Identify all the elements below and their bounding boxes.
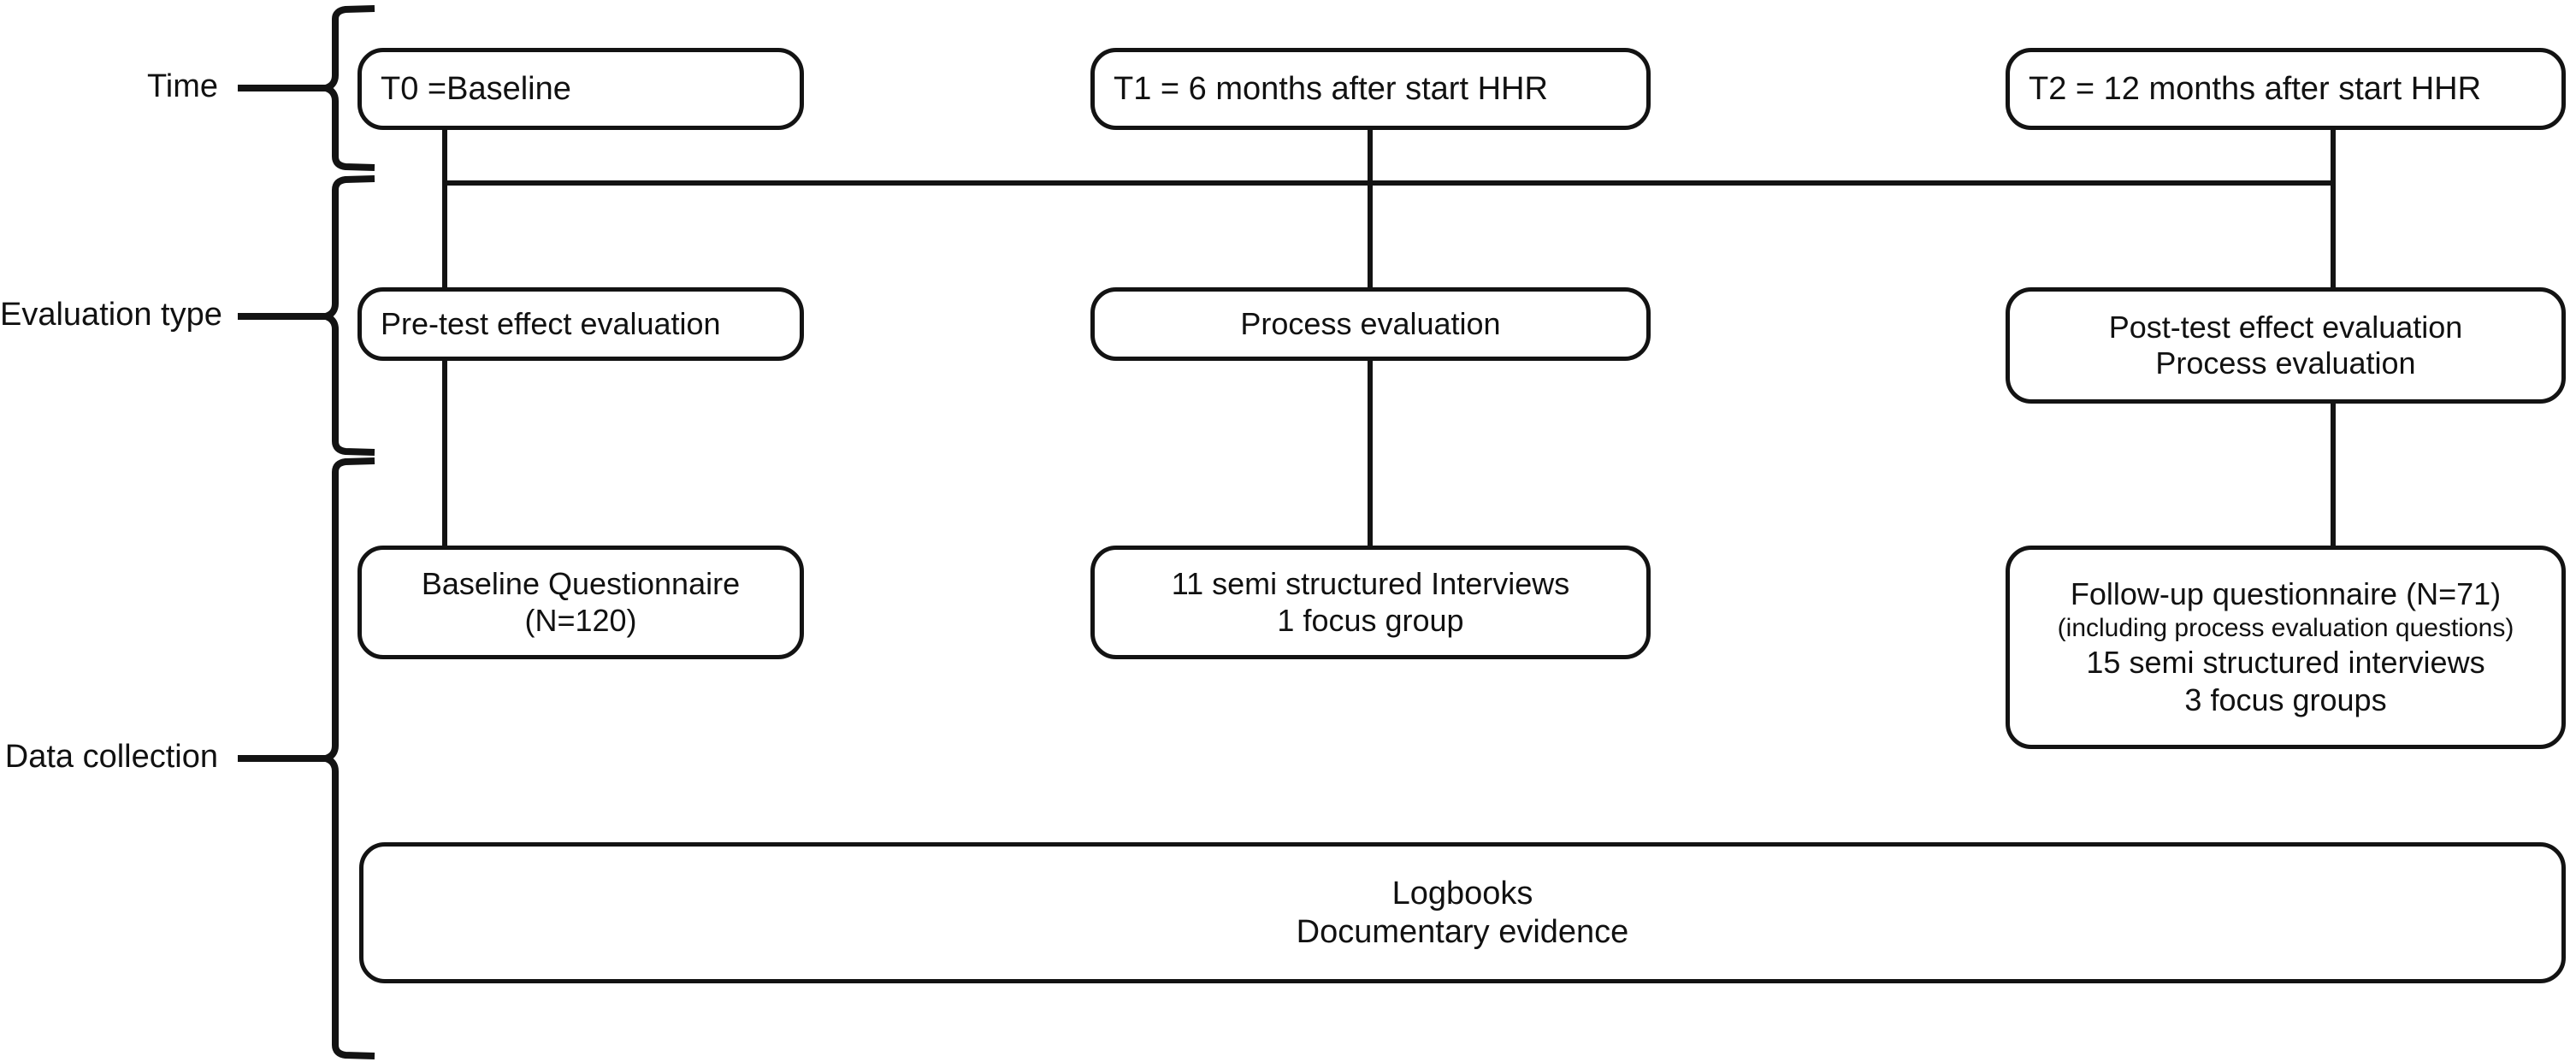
node-data-t1[interactable]: 11 semi structured Interviews 1 focus gr…: [1090, 546, 1651, 659]
node-data-t2-label-line4: 3 focus groups: [2184, 682, 2387, 718]
node-eval-t0-label: Pre-test effect evaluation: [381, 305, 721, 341]
node-eval-t2[interactable]: Post-test effect evaluation Process eval…: [2006, 287, 2566, 404]
node-time-t0[interactable]: T0 =Baseline: [357, 48, 804, 130]
node-data-shared-label-line2: Documentary evidence: [1296, 913, 1629, 950]
row-label-evaluation-type: Evaluation type: [0, 297, 222, 333]
brace-evaluation-bottom-tip: [332, 440, 375, 456]
brace-evaluation-type: [322, 190, 339, 441]
node-data-t0[interactable]: Baseline Questionnaire (N=120): [357, 546, 804, 659]
node-data-t1-label-line1: 11 semi structured Interviews: [1171, 566, 1570, 602]
brace-time-top-tip: [332, 5, 375, 20]
node-time-t1-label: T1 = 6 months after start HHR: [1114, 70, 1548, 107]
node-time-t1[interactable]: T1 = 6 months after start HHR: [1090, 48, 1651, 130]
figure-canvas: Time Evaluation type Data collection T0 …: [0, 0, 2576, 1062]
brace-evaluation-top-tip: [332, 175, 375, 191]
node-data-t2-label-line3: 15 semi structured interviews: [2086, 645, 2485, 681]
brace-time: [322, 19, 339, 156]
node-eval-t1[interactable]: Process evaluation: [1090, 287, 1651, 361]
node-data-shared-label-line1: Logbooks: [1391, 875, 1533, 912]
node-eval-t1-label: Process evaluation: [1240, 305, 1501, 341]
node-data-t1-label-line2: 1 focus group: [1277, 602, 1464, 638]
node-data-t2-label-line2: (including process evaluation questions): [2057, 613, 2514, 642]
node-data-shared[interactable]: Logbooks Documentary evidence: [359, 842, 2566, 983]
row-label-data-collection: Data collection: [4, 739, 218, 775]
brace-time-bottom-tip: [332, 156, 375, 171]
node-data-t0-label-line1: Baseline Questionnaire: [421, 566, 741, 602]
node-eval-t2-label-line1: Post-test effect evaluation: [2108, 309, 2463, 345]
brace-data-collection: [322, 472, 339, 1045]
brace-data-top-tip: [332, 457, 375, 473]
node-time-t0-label: T0 =Baseline: [381, 70, 571, 107]
brace-data-bottom-tip: [332, 1044, 375, 1059]
row-label-time: Time: [146, 68, 218, 104]
node-data-t2[interactable]: Follow-up questionnaire (N=71) (includin…: [2006, 546, 2566, 749]
node-data-t2-label-line1: Follow-up questionnaire (N=71): [2070, 575, 2502, 611]
node-eval-t2-label-line2: Process evaluation: [2155, 345, 2416, 381]
node-time-t2[interactable]: T2 = 12 months after start HHR: [2006, 48, 2566, 130]
node-data-t0-label-line2: (N=120): [524, 602, 637, 638]
node-time-t2-label: T2 = 12 months after start HHR: [2029, 70, 2482, 107]
node-eval-t0[interactable]: Pre-test effect evaluation: [357, 287, 804, 361]
